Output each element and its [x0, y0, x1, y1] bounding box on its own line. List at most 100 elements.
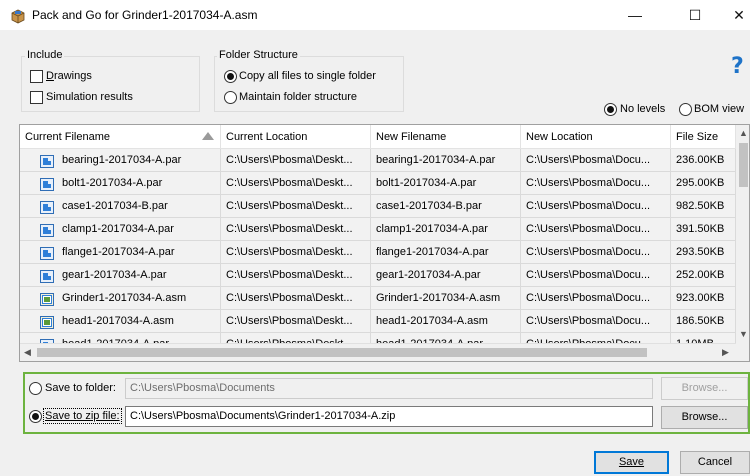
horizontal-scroll-thumb[interactable] [37, 348, 647, 357]
part-file-icon [40, 269, 54, 283]
cell-new-name: Grinder1-2017034-A.asm [371, 287, 521, 310]
no-levels-label[interactable]: No levels [620, 103, 665, 115]
scroll-right-icon[interactable]: ▶ [722, 347, 729, 358]
simulation-results-checkbox[interactable] [30, 91, 43, 104]
save-to-zip-label[interactable]: Save to zip file: [43, 408, 122, 424]
table-row[interactable]: bolt1-2017034-A.par C:\Users\Pbosma\Deskt… [20, 172, 736, 195]
part-file-icon [40, 200, 54, 214]
column-header-current-filename[interactable]: Current Filename [20, 125, 221, 149]
table-row[interactable]: gear1-2017034-A.par C:\Users\Pbosma\Deskt… [20, 264, 736, 287]
cell-new-location: C:\Users\Pbosma\Docu... [521, 149, 671, 172]
help-icon[interactable]: ? [731, 54, 744, 79]
cell-size: 295.00KB [671, 172, 736, 195]
cell-new-location: C:\Users\Pbosma\Docu... [521, 218, 671, 241]
cell-name: Grinder1-2017034-A.asm [20, 287, 221, 310]
cell-new-location: C:\Users\Pbosma\Docu... [521, 241, 671, 264]
cell-current-location: C:\Users\Pbosma\Deskt... [221, 241, 371, 264]
column-header-current-location[interactable]: Current Location [221, 125, 371, 149]
cell-new-name: clamp1-2017034-A.par [371, 218, 521, 241]
save-to-folder-label[interactable]: Save to folder: [45, 382, 116, 394]
close-button[interactable]: ✕ [716, 0, 750, 30]
cell-current-location: C:\Users\Pbosma\Deskt... [221, 264, 371, 287]
drawings-checkbox[interactable] [30, 70, 43, 83]
cell-size: 982.50KB [671, 195, 736, 218]
save-button[interactable]: Save [594, 451, 669, 474]
cell-current-location: C:\Users\Pbosma\Deskt... [221, 195, 371, 218]
table-row[interactable]: head1-2017034-A.asm C:\Users\Pbosma\Deskt… [20, 310, 736, 333]
bom-view-label[interactable]: BOM view [694, 103, 744, 115]
cell-current-location: C:\Users\Pbosma\Deskt... [221, 218, 371, 241]
cell-new-location: C:\Users\Pbosma\Docu... [521, 310, 671, 333]
table-row[interactable]: bearing1-2017034-A.par C:\Users\Pbosma\De… [20, 149, 736, 172]
column-header-new-filename[interactable]: New Filename [371, 125, 521, 149]
cell-current-location: C:\Users\Pbosma\Deskt... [221, 172, 371, 195]
cell-new-location: C:\Users\Pbosma\Docu... [521, 172, 671, 195]
save-destination-group: Save to folder: C:\Users\Pbosma\Document… [23, 372, 750, 434]
save-to-zip-radio[interactable] [29, 410, 42, 423]
browse-folder-button[interactable]: Browse... [661, 377, 748, 400]
window-title: Pack and Go for Grinder1-2017034-A.asm [32, 8, 258, 22]
part-file-icon [40, 246, 54, 260]
include-group-label: Include [25, 49, 65, 61]
table-row[interactable]: Grinder1-2017034-A.asm C:\Users\Pbosma\De… [20, 287, 736, 310]
scroll-down-icon[interactable]: ▼ [739, 329, 748, 339]
cell-size: 236.00KB [671, 149, 736, 172]
cancel-button[interactable]: Cancel [680, 451, 750, 474]
cell-new-name: bearing1-2017034-A.par [371, 149, 521, 172]
cell-new-location: C:\Users\Pbosma\Docu... [521, 264, 671, 287]
table-row[interactable]: case1-2017034-B.par C:\Users\Pbosma\Deskt… [20, 195, 736, 218]
include-group [21, 56, 200, 112]
cell-new-name: gear1-2017034-A.par [371, 264, 521, 287]
cell-name: clamp1-2017034-A.par [20, 218, 221, 241]
maintain-folder-structure-radio[interactable] [224, 91, 237, 104]
cell-name: gear1-2017034-A.par [20, 264, 221, 287]
cell-size: 186.50KB [671, 310, 736, 333]
browse-zip-button[interactable]: Browse... [661, 406, 748, 429]
cell-size: 923.00KB [671, 287, 736, 310]
zip-file-path-input[interactable]: C:\Users\Pbosma\Documents\Grinder1-20170… [125, 406, 653, 427]
no-levels-radio[interactable] [604, 103, 617, 116]
table-header: Current Filename Current Location New Fi… [20, 125, 736, 149]
folder-structure-group-label: Folder Structure [217, 49, 300, 61]
horizontal-scrollbar[interactable]: ◀ ▶ [20, 343, 736, 361]
cell-new-name: bolt1-2017034-A.par [371, 172, 521, 195]
cell-name: bolt1-2017034-A.par [20, 172, 221, 195]
cell-name: flange1-2017034-A.par [20, 241, 221, 264]
cell-name: case1-2017034-B.par [20, 195, 221, 218]
vertical-scroll-thumb[interactable] [739, 143, 748, 187]
cell-new-location: C:\Users\Pbosma\Docu... [521, 287, 671, 310]
sort-ascending-icon [202, 132, 214, 140]
scrollbar-corner [736, 343, 749, 361]
pack-and-go-icon [10, 8, 26, 24]
assembly-file-icon [40, 315, 54, 329]
table-row[interactable]: flange1-2017034-A.par C:\Users\Pbosma\Des… [20, 241, 736, 264]
copy-single-folder-label[interactable]: Copy all files to single folder [239, 70, 376, 82]
copy-single-folder-radio[interactable] [224, 70, 237, 83]
bom-view-radio[interactable] [679, 103, 692, 116]
title-bar: Pack and Go for Grinder1-2017034-A.asm —… [0, 0, 750, 30]
cell-name: bearing1-2017034-A.par [20, 149, 221, 172]
minimize-button[interactable]: — [612, 0, 658, 30]
column-header-new-location[interactable]: New Location [521, 125, 671, 149]
cell-current-location: C:\Users\Pbosma\Deskt... [221, 149, 371, 172]
save-to-folder-radio[interactable] [29, 382, 42, 395]
simulation-results-label[interactable]: Simulation results [46, 91, 133, 103]
part-file-icon [40, 223, 54, 237]
cell-name: head1-2017034-A.asm [20, 310, 221, 333]
maximize-button[interactable]: ☐ [672, 0, 718, 30]
part-file-icon [40, 177, 54, 191]
cell-size: 293.50KB [671, 241, 736, 264]
maintain-folder-structure-label[interactable]: Maintain folder structure [239, 91, 357, 103]
drawings-label[interactable]: Drawings [46, 70, 92, 82]
cell-size: 252.00KB [671, 264, 736, 287]
scroll-left-icon[interactable]: ◀ [24, 347, 31, 358]
save-folder-path-input[interactable]: C:\Users\Pbosma\Documents [125, 378, 653, 399]
table-rows: bearing1-2017034-A.par C:\Users\Pbosma\De… [20, 149, 736, 356]
cell-current-location: C:\Users\Pbosma\Deskt... [221, 310, 371, 333]
cell-new-name: head1-2017034-A.asm [371, 310, 521, 333]
column-header-file-size[interactable]: File Size [671, 125, 736, 149]
vertical-scrollbar[interactable]: ▲ ▼ [736, 125, 749, 343]
file-table: Current Filename Current Location New Fi… [19, 124, 750, 362]
scroll-up-icon[interactable]: ▲ [739, 128, 748, 138]
table-row[interactable]: clamp1-2017034-A.par C:\Users\Pbosma\Desk… [20, 218, 736, 241]
